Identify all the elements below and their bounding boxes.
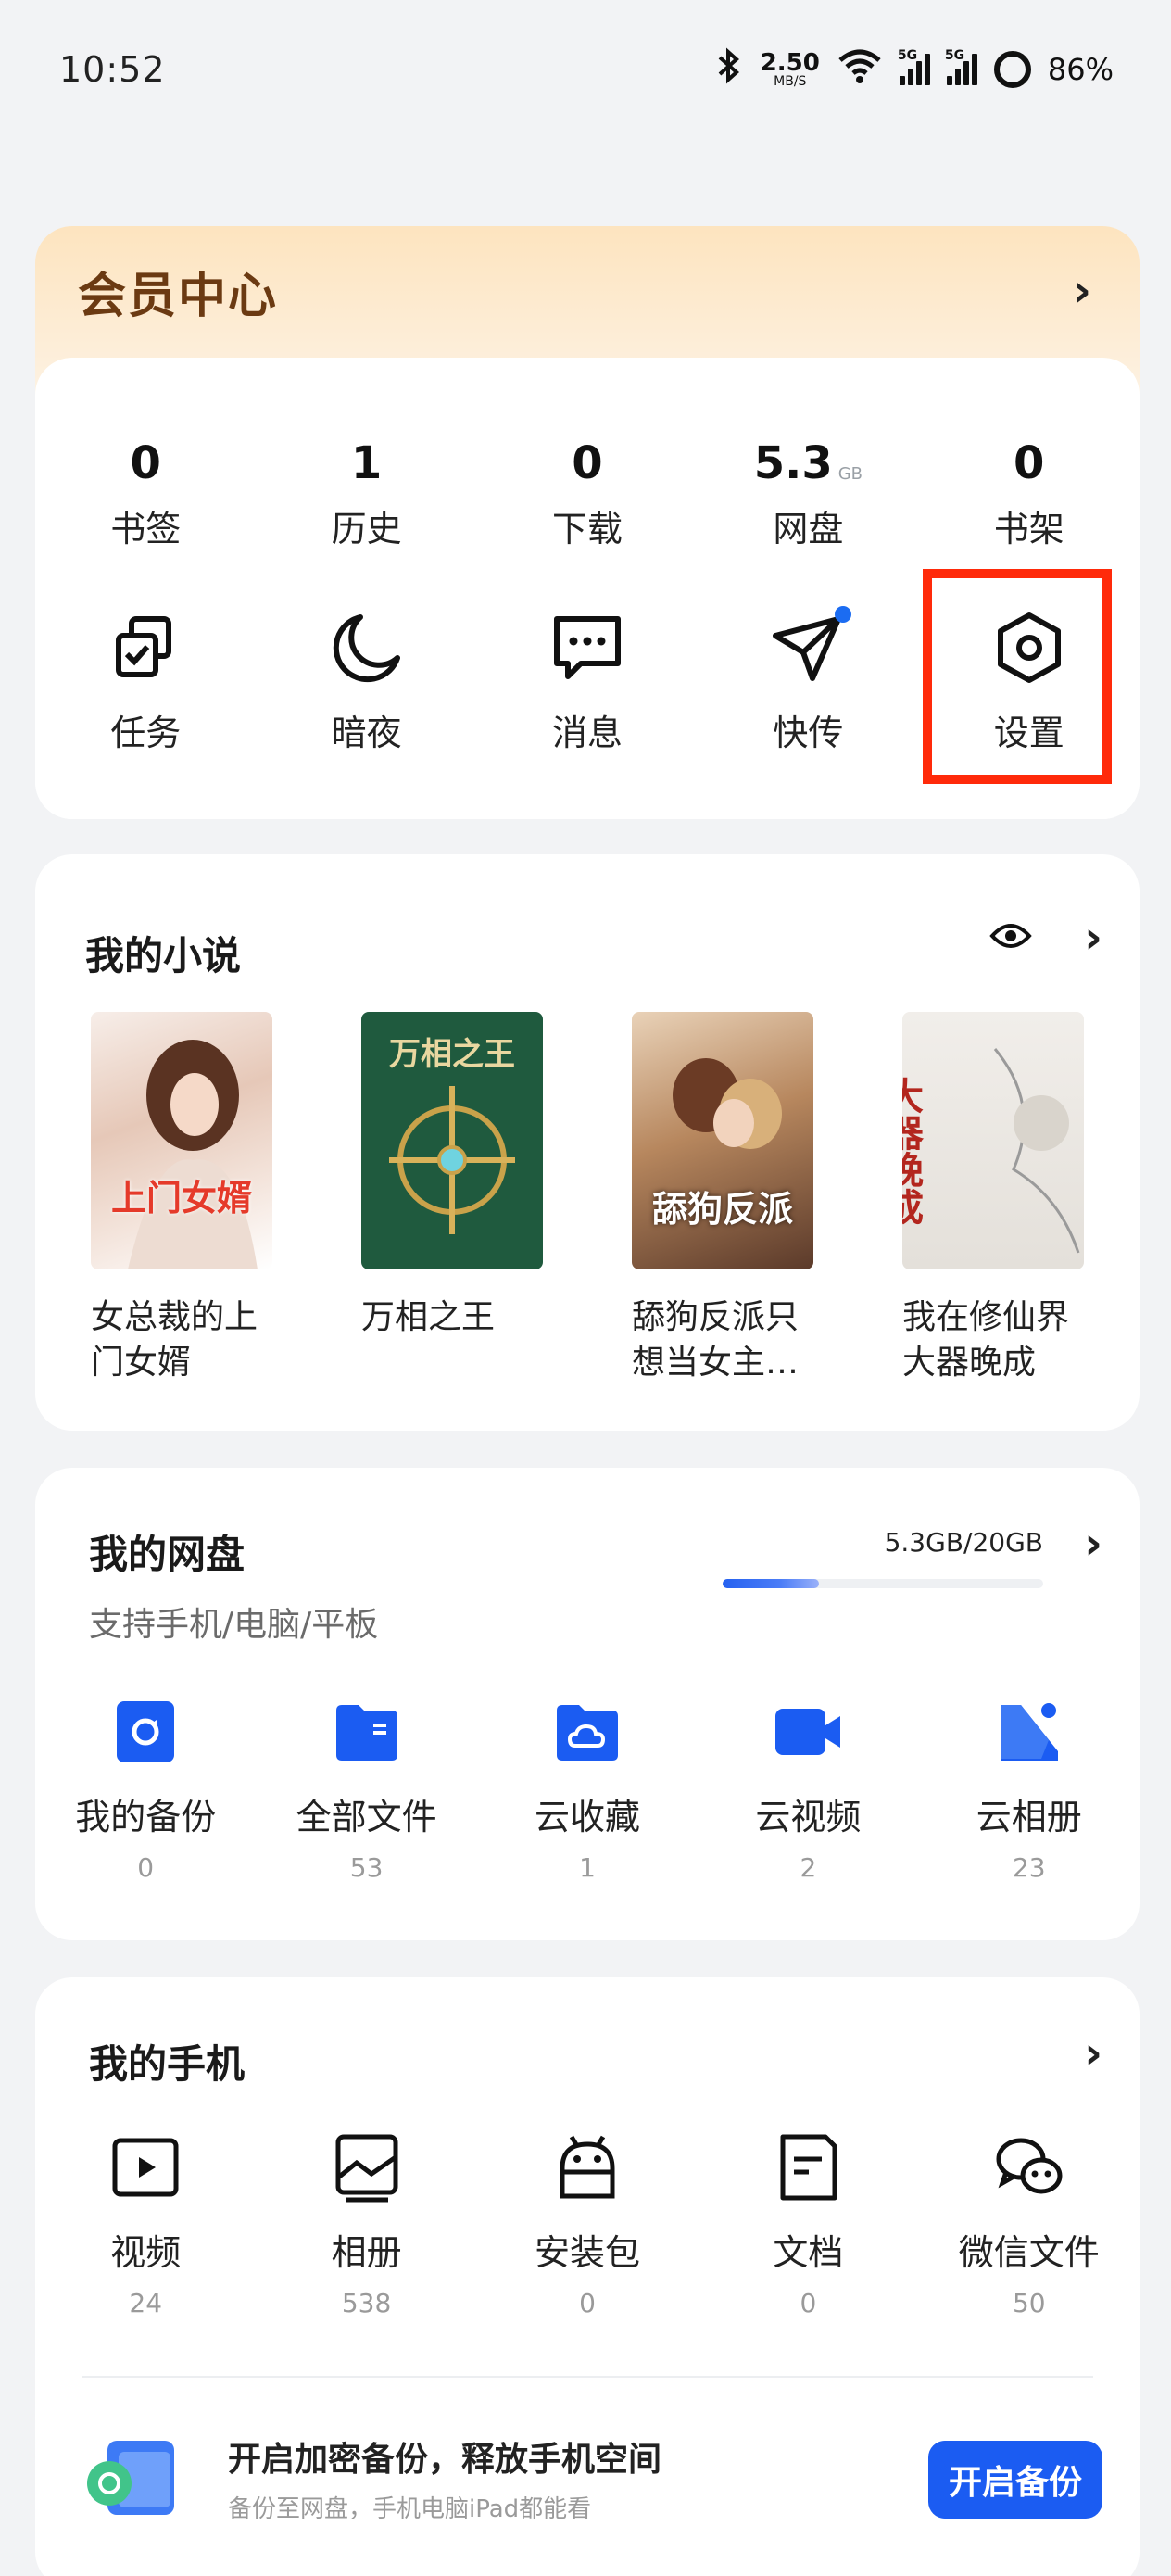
album-icon — [335, 2134, 398, 2203]
enable-backup-button[interactable]: 开启备份 — [928, 2441, 1102, 2519]
battery-percent: 86% — [1047, 52, 1114, 87]
my-phone-title[interactable]: 我的手机 — [89, 2033, 245, 2090]
my-novels-title[interactable]: 我的小说 — [85, 925, 241, 981]
my-cloud-drive-title[interactable]: 我的网盘 — [89, 1523, 245, 1580]
play-icon — [112, 2138, 179, 2197]
book-item[interactable]: 舔狗反派 舔狗反派只想当女主… — [632, 1012, 813, 1385]
stat-bookmarks[interactable]: 0 书签 — [35, 432, 256, 551]
stats-row: 0 书签 1 历史 0 下载 5.3 GB 网盘 0 书架 — [35, 432, 1140, 551]
novel-actions: › — [989, 912, 1102, 964]
status-time: 10:52 — [59, 49, 166, 90]
tool-quick-transfer[interactable]: 快传 — [698, 606, 918, 755]
eye-icon[interactable] — [989, 917, 1032, 958]
message-icon — [553, 616, 621, 679]
book-list: 上门女婿 女总裁的上门女婿 万相之王 万相之王 舔狗反派 舔狗反派只想当女主… … — [91, 1012, 1084, 1385]
promo-subtitle: 备份至网盘，手机电脑iPad都能看 — [228, 2494, 592, 2523]
moon-icon — [333, 614, 400, 683]
battery-icon — [993, 51, 1031, 88]
chevron-right-icon: › — [1073, 265, 1091, 317]
member-center-header[interactable]: 会员中心 › — [35, 226, 1140, 356]
divider — [82, 2376, 1093, 2378]
book-cover: 舔狗反派 — [632, 1012, 813, 1269]
chevron-right-icon[interactable]: › — [1084, 2027, 1102, 2079]
stat-history[interactable]: 1 历史 — [256, 432, 476, 551]
phone-item-documents[interactable]: 文档 0 — [698, 2131, 918, 2318]
book-title: 万相之王 — [361, 1298, 496, 1336]
network-speed: 2.50 MB/S — [760, 49, 820, 89]
photo-icon — [1000, 1703, 1058, 1761]
signal-icon-sim1: 5G — [898, 48, 930, 85]
notification-dot — [835, 606, 852, 623]
phone-item-apk[interactable]: 安装包 0 — [477, 2131, 698, 2318]
member-center-title: 会员中心 — [78, 268, 279, 324]
book-cover: 上门女婿 — [91, 1012, 272, 1269]
cloud-drive-grid: 我的备份 0 全部文件 53 云收藏 1 云视频 2 云相册 23 — [35, 1696, 1140, 1883]
task-icon — [116, 616, 172, 677]
document-icon — [780, 2134, 837, 2201]
backup-promo: 开启加密备份，释放手机空间 备份至网盘，手机电脑iPad都能看 开启备份 — [82, 2422, 1102, 2533]
stat-cloud-drive[interactable]: 5.3 GB 网盘 — [698, 432, 918, 551]
book-title: 我在修仙界大器晚成 — [902, 1298, 1070, 1382]
book-item[interactable]: 大器晚成 我在修仙界大器晚成 — [902, 1012, 1084, 1385]
promo-title: 开启加密备份，释放手机空间 — [228, 2440, 662, 2479]
cloud-drive-subtitle: 支持手机/电脑/平板 — [89, 1606, 379, 1644]
stat-downloads[interactable]: 0 下载 — [477, 432, 698, 551]
book-cover: 大器晚成 — [902, 1012, 1084, 1269]
phone-item-album[interactable]: 相册 538 — [256, 2131, 476, 2318]
book-title: 女总裁的上门女婿 — [91, 1298, 258, 1382]
phone-item-wechat[interactable]: 微信文件 50 — [919, 2131, 1140, 2318]
folder-icon — [335, 1705, 397, 1761]
bluetooth-icon — [716, 47, 744, 92]
cloud-item-favorites[interactable]: 云收藏 1 — [477, 1696, 698, 1883]
tool-messages[interactable]: 消息 — [477, 608, 698, 755]
highlight-box — [923, 569, 1112, 784]
stat-bookshelf[interactable]: 0 书架 — [919, 432, 1140, 551]
my-phone-card: 我的手机 › 视频 24 相册 538 安装包 0 文档 0 微信文件 50 开… — [35, 1977, 1140, 2576]
cloud-item-all-files[interactable]: 全部文件 53 — [256, 1696, 476, 1883]
book-title: 舔狗反派只想当女主… — [632, 1298, 800, 1382]
cloud-item-videos[interactable]: 云视频 2 — [698, 1696, 918, 1883]
my-novels-card: 我的小说 › 上门女婿 女总裁的上门女婿 万相之王 万相之王 舔狗反派 舔狗反派… — [35, 854, 1140, 1431]
phone-grid: 视频 24 相册 538 安装包 0 文档 0 微信文件 50 — [35, 2131, 1140, 2318]
backup-phone-icon — [87, 2441, 174, 2515]
chevron-right-icon[interactable]: › — [1084, 912, 1102, 964]
wechat-icon — [996, 2138, 1063, 2194]
book-cover: 万相之王 — [361, 1012, 543, 1269]
phone-item-videos[interactable]: 视频 24 — [35, 2131, 256, 2318]
status-bar: 10:52 2.50 MB/S 5G 5G 86% — [0, 0, 1171, 139]
wifi-icon — [837, 47, 883, 92]
cloud-item-album[interactable]: 云相册 23 — [919, 1696, 1140, 1883]
cloud-item-my-backup[interactable]: 我的备份 0 — [35, 1696, 256, 1883]
tool-task[interactable]: 任务 — [35, 608, 256, 755]
storage-usage-text: 5.3GB/20GB — [884, 1527, 1043, 1558]
cloud-folder-icon — [556, 1705, 618, 1761]
video-camera-icon — [775, 1709, 841, 1755]
backup-icon — [117, 1701, 175, 1762]
storage-usage-fill — [723, 1579, 819, 1588]
promo-text: 开启加密备份，释放手机空间 备份至网盘，手机电脑iPad都能看 — [228, 2432, 661, 2524]
chevron-right-icon[interactable]: › — [1084, 1518, 1102, 1570]
book-item[interactable]: 万相之王 万相之王 — [361, 1012, 543, 1385]
android-icon — [560, 2135, 615, 2199]
storage-usage-bar — [723, 1579, 1043, 1588]
tool-dark-mode[interactable]: 暗夜 — [256, 608, 476, 755]
book-item[interactable]: 上门女婿 女总裁的上门女婿 — [91, 1012, 272, 1385]
status-icons: 2.50 MB/S 5G 5G 86% — [716, 47, 1114, 92]
signal-icon-sim2: 5G — [945, 48, 977, 85]
my-cloud-drive-card: 我的网盘 支持手机/电脑/平板 5.3GB/20GB › 我的备份 0 全部文件… — [35, 1468, 1140, 1940]
